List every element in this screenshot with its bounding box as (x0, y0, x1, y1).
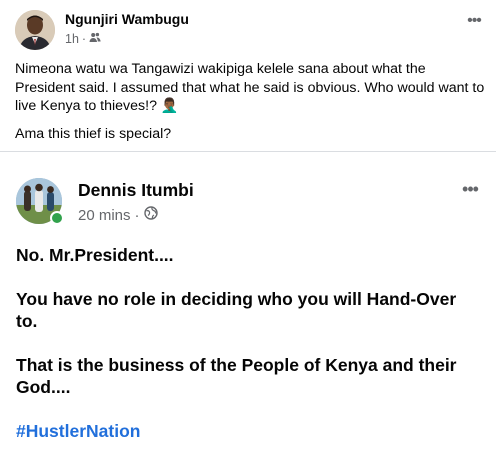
friends-icon[interactable] (89, 31, 101, 46)
post-body: Nimeona watu wa Tangawizi wakipiga kelel… (15, 60, 485, 152)
more-options-icon[interactable]: ••• (463, 13, 485, 34)
shared-post[interactable]: Dennis Itumbi 20 mins · ••• No. Mr.Presi… (0, 151, 496, 462)
post-paragraph: Ama this thief is special? (15, 125, 172, 142)
shared-post-meta: 20 mins · (78, 206, 158, 224)
shared-post-paragraph: No. Mr.President.... (16, 245, 174, 265)
shared-post-paragraph: That is the business of the People of Ke… (16, 355, 457, 397)
shared-post-paragraph: You have no role in deciding who you wil… (16, 289, 457, 331)
shared-post-timestamp[interactable]: 20 mins (78, 207, 131, 224)
author-avatar[interactable] (15, 10, 55, 50)
more-options-icon[interactable]: ••• (458, 180, 482, 202)
shared-post-header: Dennis Itumbi 20 mins · ••• (16, 178, 482, 228)
post-paragraph: Nimeona watu wa Tangawizi wakipiga kelel… (15, 61, 485, 114)
meta-separator: · (134, 206, 140, 224)
author-name[interactable]: Ngunjiri Wambugu (65, 11, 189, 27)
hashtag-link[interactable]: #HustlerNation (16, 420, 482, 442)
post-meta: 1h · (65, 31, 101, 46)
meta-separator: · (81, 31, 87, 46)
online-status-badge (50, 211, 64, 225)
post-timestamp[interactable]: 1h (65, 32, 79, 46)
shared-author-name[interactable]: Dennis Itumbi (78, 180, 194, 201)
globe-icon[interactable] (143, 206, 158, 224)
avatar-photo (15, 10, 55, 50)
post-header: Ngunjiri Wambugu 1h · ••• (15, 10, 485, 52)
shared-post-body: No. Mr.President.... You have no role in… (16, 244, 482, 442)
